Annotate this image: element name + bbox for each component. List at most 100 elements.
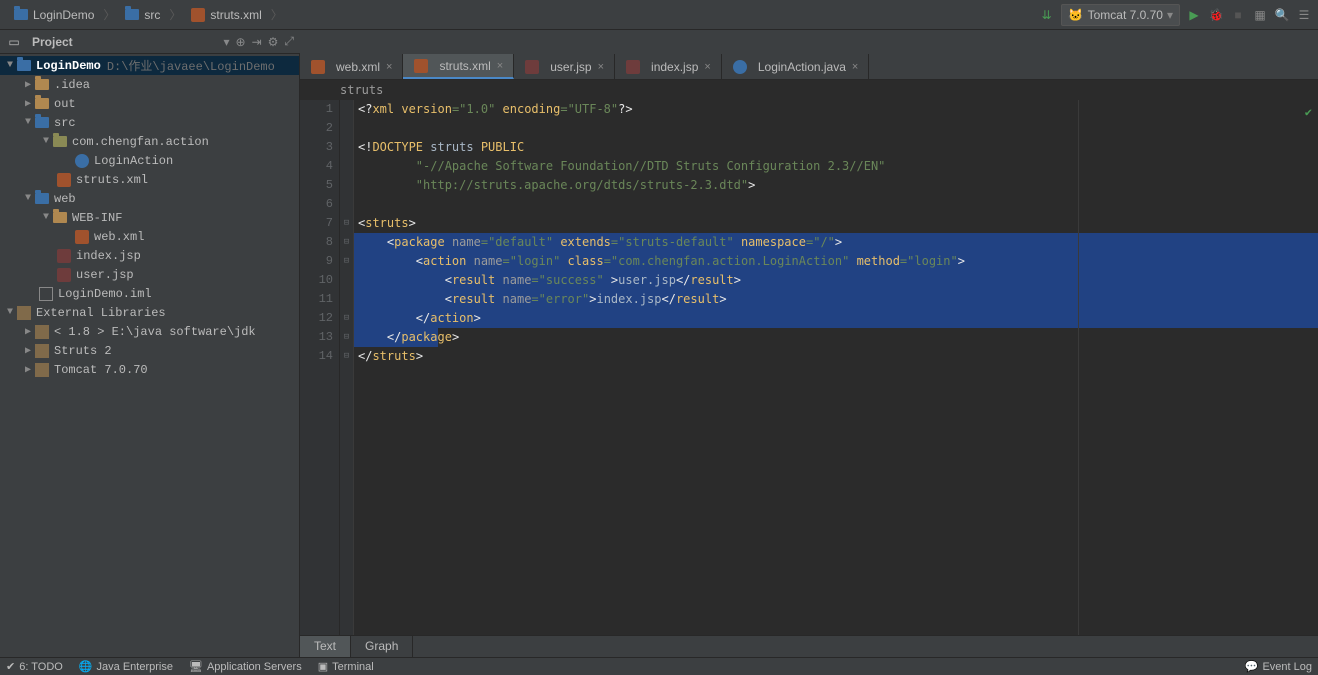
gear-icon[interactable]: ⚙: [268, 35, 279, 49]
tab-web-xml[interactable]: web.xml ×: [300, 54, 403, 79]
tree-node[interactable]: LoginAction: [0, 151, 299, 170]
breadcrumb-separator: 〉: [101, 6, 117, 23]
tree-node-label: out: [54, 97, 76, 111]
collapse-arrow-icon[interactable]: ▼: [22, 117, 34, 128]
tab-label: user.jsp: [550, 60, 591, 74]
editor-bottom-tabs: Text Graph: [300, 635, 1318, 657]
chevron-down-icon[interactable]: ▾: [223, 35, 229, 49]
fold-icon[interactable]: ⊟: [340, 214, 353, 233]
tab-label: web.xml: [336, 60, 380, 74]
find-icon[interactable]: ▦: [1252, 7, 1268, 23]
tree-node[interactable]: ▶< 1.8 > E:\java software\jdk: [0, 322, 299, 341]
collapse-arrow-icon[interactable]: ▼: [40, 212, 52, 223]
fold-icon[interactable]: ⊟: [340, 233, 353, 252]
fold-icon[interactable]: ⊟: [340, 328, 353, 347]
tree-node[interactable]: web.xml: [0, 227, 299, 246]
gutter[interactable]: 1 2 3 4 5 6 7 8 9 10 11 12 13 14: [300, 100, 340, 635]
editor-breadcrumbs[interactable]: struts: [300, 80, 1318, 100]
lib-icon: [34, 324, 50, 340]
code-area[interactable]: ✔ <?xml version="1.0" encoding="UTF-8"?>…: [354, 100, 1318, 635]
breadcrumb-file[interactable]: struts.xml: [183, 4, 268, 26]
tree-node[interactable]: ▼ WEB-INF: [0, 208, 299, 227]
breadcrumb-project[interactable]: LoginDemo: [6, 4, 101, 26]
make-icon[interactable]: ⇊: [1039, 7, 1055, 23]
close-icon[interactable]: ×: [704, 61, 710, 73]
statusbar-todo[interactable]: ✔ 6: TODO: [6, 660, 63, 673]
tree-node-label: LoginDemo.iml: [58, 287, 152, 301]
tab-login-action[interactable]: LoginAction.java×: [722, 54, 870, 79]
class-icon: [74, 153, 90, 169]
tree-node-label: WEB-INF: [72, 211, 122, 225]
breadcrumb-label: LoginDemo: [33, 8, 94, 22]
folder-icon: [52, 210, 68, 226]
lib-icon: [34, 343, 50, 359]
search-icon[interactable]: 🔍: [1274, 7, 1290, 23]
folder-icon: [34, 77, 50, 93]
close-icon[interactable]: ×: [852, 61, 858, 73]
tree-node-label: struts.xml: [76, 173, 148, 187]
tab-index-jsp[interactable]: index.jsp×: [615, 54, 722, 79]
close-icon[interactable]: ×: [598, 61, 604, 73]
tree-node[interactable]: ▶Struts 2: [0, 341, 299, 360]
breadcrumb-label: src: [144, 8, 160, 22]
stop-icon[interactable]: ■: [1230, 7, 1246, 23]
collapse-arrow-icon[interactable]: ▼: [4, 60, 16, 71]
line-number: 2: [300, 119, 333, 138]
jsp-icon: [625, 59, 641, 75]
tree-node[interactable]: ▼web: [0, 189, 299, 208]
fold-icon[interactable]: ⊟: [340, 347, 353, 366]
collapse-arrow-icon[interactable]: ▼: [22, 193, 34, 204]
status-bar: ✔ 6: TODO 🌐 Java Enterprise 🖥 Applicatio…: [0, 657, 1318, 675]
libraries-icon: [16, 305, 32, 321]
collapse-arrow-icon[interactable]: ▼: [40, 136, 52, 147]
tab-graph[interactable]: Graph: [351, 636, 413, 657]
tree-node[interactable]: index.jsp: [0, 246, 299, 265]
statusbar-app-servers[interactable]: 🖥 Application Servers: [189, 660, 302, 673]
tab-struts-xml[interactable]: struts.xml×: [403, 54, 514, 79]
tree-node[interactable]: ▶ Tomcat 7.0.70: [0, 360, 299, 379]
fold-icon[interactable]: ⊟: [340, 252, 353, 271]
expand-arrow-icon[interactable]: ▶: [22, 98, 34, 110]
fold-icon[interactable]: ⊟: [340, 309, 353, 328]
close-icon[interactable]: ×: [497, 60, 503, 72]
tree-node-external-libs[interactable]: ▼External Libraries: [0, 303, 299, 322]
statusbar-terminal[interactable]: ▣ Terminal: [318, 660, 374, 673]
expand-arrow-icon[interactable]: ▶: [22, 79, 34, 91]
run-icon[interactable]: ▶: [1186, 7, 1202, 23]
fold-gutter[interactable]: ⊟ ⊟ ⊟ ⊟ ⊟ ⊟: [340, 100, 354, 635]
tree-node[interactable]: user.jsp: [0, 265, 299, 284]
collapse-arrow-icon[interactable]: ▼: [4, 307, 16, 318]
tree-node[interactable]: ▶.idea: [0, 75, 299, 94]
tree-node[interactable]: struts.xml: [0, 170, 299, 189]
tab-text[interactable]: Text: [300, 636, 351, 657]
class-icon: [732, 59, 748, 75]
expand-arrow-icon[interactable]: ▶: [22, 345, 34, 357]
source-folder-icon: [34, 115, 50, 131]
debug-icon[interactable]: 🐞: [1208, 7, 1224, 23]
breadcrumb-src[interactable]: src: [117, 4, 167, 26]
expand-arrow-icon[interactable]: ▶: [22, 326, 34, 338]
tree-node[interactable]: LoginDemo.iml: [0, 284, 299, 303]
tree-node-label: Tomcat 7.0.70: [54, 363, 148, 377]
inspection-status-icon[interactable]: ✔: [1305, 104, 1312, 123]
run-config-selector[interactable]: 🐱 Tomcat 7.0.70 ▾: [1061, 4, 1180, 26]
tree-node[interactable]: ▼com.chengfan.action: [0, 132, 299, 151]
structure-icon[interactable]: ☰: [1296, 7, 1312, 23]
hide-icon[interactable]: ⤢: [284, 34, 294, 49]
project-tree[interactable]: ▼ LoginDemo D:\作业\javaee\LoginDemo ▶.ide…: [0, 54, 300, 657]
breadcrumb-separator: 〉: [167, 6, 183, 23]
breadcrumb-label: struts.xml: [210, 8, 261, 22]
expand-arrow-icon[interactable]: ▶: [22, 364, 34, 376]
autoscroll-icon[interactable]: ⊕: [236, 35, 246, 49]
statusbar-java-ee[interactable]: 🌐 Java Enterprise: [79, 660, 173, 673]
close-icon[interactable]: ×: [386, 61, 392, 73]
editor[interactable]: 1 2 3 4 5 6 7 8 9 10 11 12 13 14 ⊟ ⊟ ⊟: [300, 100, 1318, 635]
line-number: 1: [300, 100, 333, 119]
collapse-icon[interactable]: ⇥: [252, 35, 262, 49]
statusbar-event-log[interactable]: 💬 Event Log: [1245, 660, 1312, 673]
tree-node[interactable]: ▼src: [0, 113, 299, 132]
tree-node[interactable]: ▶ out: [0, 94, 299, 113]
tab-user-jsp[interactable]: user.jsp ×: [514, 54, 615, 79]
folder-icon: [124, 7, 140, 23]
tree-node-project[interactable]: ▼ LoginDemo D:\作业\javaee\LoginDemo: [0, 56, 299, 75]
